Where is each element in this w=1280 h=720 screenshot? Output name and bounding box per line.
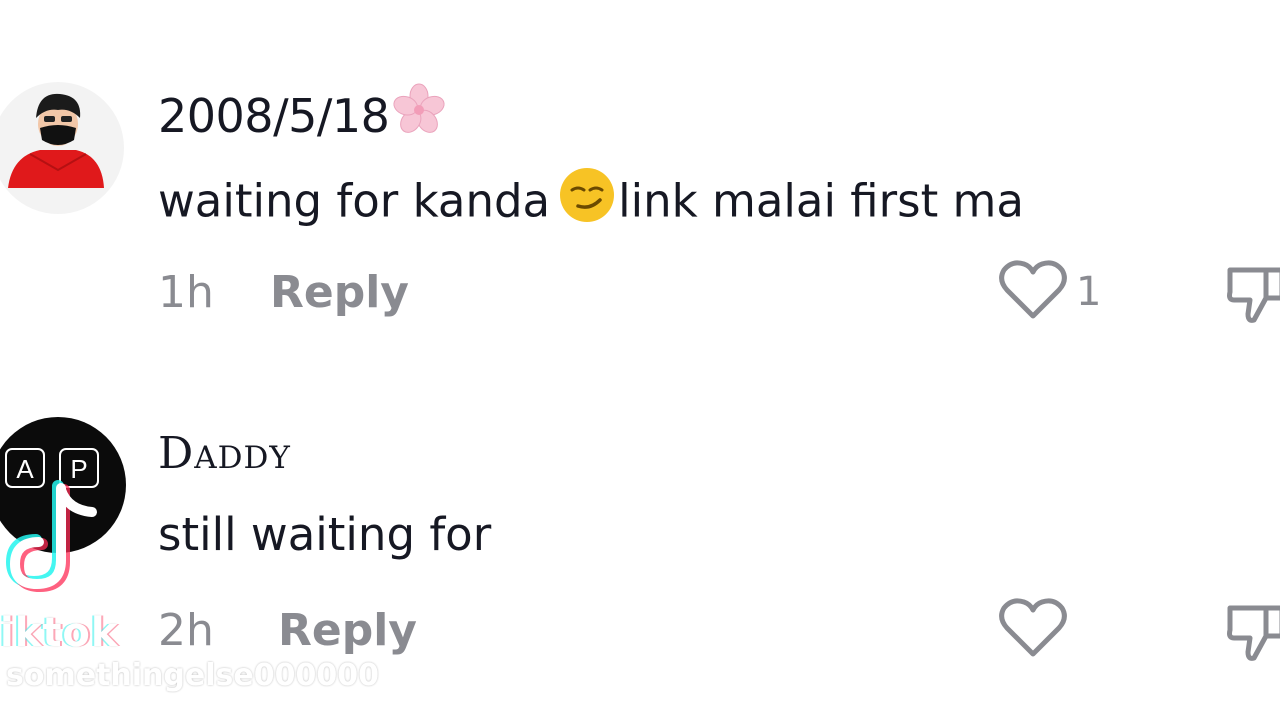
avatar-letter: A [16,454,34,484]
comment-text: still waiting for [158,508,492,561]
avatar[interactable]: A P [0,415,126,555]
like-button[interactable]: 1 [998,260,1101,324]
comment-text: waiting for kanda link malai first ma [158,168,1024,239]
username-text: 2008/5/18 [158,89,390,143]
reply-button[interactable]: Reply [278,605,417,656]
username[interactable]: 2008/5/18 [158,83,447,153]
smirking-face-emoji-icon [558,166,616,235]
heart-icon [998,258,1068,326]
dislike-button[interactable] [1226,600,1280,664]
comment-text-part: waiting for kanda [158,174,551,228]
timestamp: 2h [158,604,214,656]
watermark-brand: iktok [0,610,119,656]
timestamp: 1h [158,266,214,318]
cherry-blossom-icon [391,82,447,149]
dislike-button[interactable] [1226,262,1280,326]
comment-text-part: link malai first ma [618,174,1024,228]
avatar[interactable] [0,78,126,218]
thumbs-down-icon [1226,267,1280,330]
comment-meta: 2h Reply [158,600,417,660]
like-count: 1 [1076,269,1102,315]
comment-list: 2008/5/18 waiting for kanda link malai f… [0,0,1280,720]
heart-icon [998,596,1068,664]
avatar-letter: P [70,454,87,484]
username[interactable]: Daddy [158,428,291,479]
like-button[interactable] [998,598,1076,662]
thumbs-down-icon [1226,605,1280,668]
reply-button[interactable]: Reply [270,267,409,318]
watermark-username: somethingelse000000 [6,658,379,693]
comment-meta: 1h Reply [158,262,409,322]
